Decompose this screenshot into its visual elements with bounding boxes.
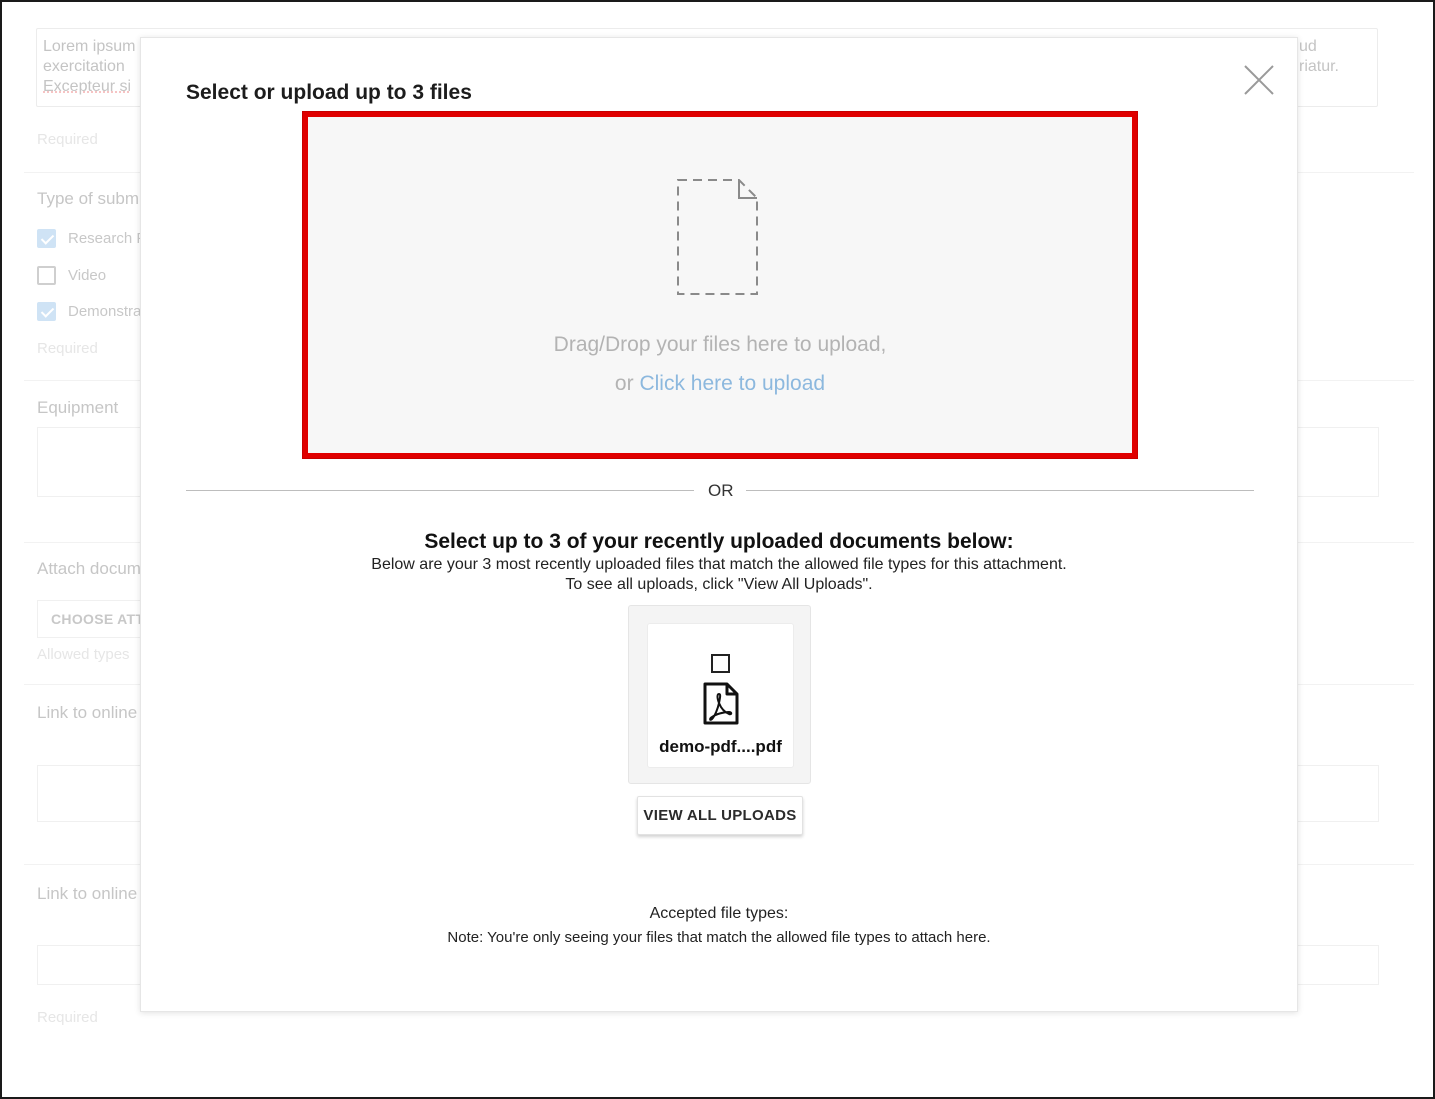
- recent-uploads-title: Select up to 3 of your recently uploaded…: [424, 530, 1014, 553]
- demonstration-checkbox[interactable]: [37, 302, 56, 321]
- required-label: Required: [37, 1009, 98, 1026]
- link-online-label-2: Link to online: [37, 884, 138, 903]
- lorem-right-line-2: riatur.: [1298, 58, 1339, 75]
- recent-file-card[interactable]: demo-pdf....pdf: [628, 605, 811, 784]
- research-checkbox-label: Research F: [68, 230, 146, 247]
- video-checkbox-label: Video: [68, 267, 107, 284]
- recent-file-inner: demo-pdf....pdf: [647, 623, 794, 768]
- file-dropzone[interactable]: Drag/Drop your files here to upload, or …: [303, 112, 1137, 458]
- view-all-uploads-button[interactable]: VIEW ALL UPLOADS: [637, 796, 803, 835]
- or-divider-left: [186, 490, 694, 491]
- blank-file-icon: [675, 177, 759, 302]
- drag-drop-text: Drag/Drop your files here to upload,: [553, 333, 887, 356]
- type-of-submission-label: Type of subm: [37, 189, 140, 208]
- required-label: Required: [37, 131, 98, 148]
- lorem-right-line-1: ud: [1298, 38, 1317, 55]
- link-online-label-1: Link to online: [37, 703, 138, 722]
- click-to-upload-link[interactable]: Click here to upload: [639, 372, 825, 395]
- file-select-checkbox[interactable]: [711, 654, 730, 673]
- pdf-icon: [701, 682, 741, 731]
- recent-uploads-subtitle-2: To see all uploads, click "View All Uplo…: [565, 576, 873, 593]
- equipment-label: Equipment: [37, 398, 119, 417]
- allowed-types-label: Allowed types: [37, 646, 130, 663]
- required-label: Required: [37, 340, 98, 357]
- upload-modal: Select or upload up to 3 files Drag/Drop…: [140, 37, 1298, 1012]
- recent-uploads-subtitle-1: Below are your 3 most recently uploaded …: [371, 556, 1067, 573]
- file-name: demo-pdf....pdf: [659, 737, 782, 756]
- modal-title: Select or upload up to 3 files: [186, 81, 472, 104]
- or-divider-text: OR: [708, 481, 734, 500]
- attach-documents-label: Attach docum: [37, 559, 141, 578]
- demonstration-checkbox-label: Demonstra: [68, 303, 142, 320]
- upload-link-line: or Click here to upload: [308, 372, 1132, 396]
- file-types-note: Note: You're only seeing your files that…: [447, 929, 991, 946]
- research-checkbox[interactable]: [37, 229, 56, 248]
- video-checkbox[interactable]: [37, 266, 56, 285]
- or-prefix: or: [614, 372, 634, 395]
- screen-frame: Lorem ipsum exercitation Excepteur si ud…: [0, 0, 1435, 1099]
- close-button[interactable]: [1241, 62, 1277, 98]
- or-divider-right: [746, 490, 1254, 491]
- accepted-file-types-label: Accepted file types:: [649, 905, 789, 922]
- close-icon: [1244, 65, 1274, 95]
